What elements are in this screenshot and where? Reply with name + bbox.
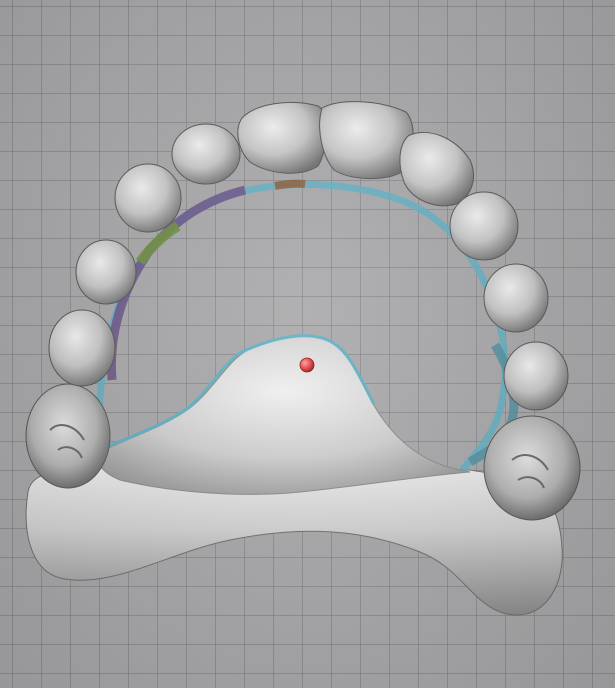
- palate-surface: [94, 336, 471, 495]
- tooth-molar-left-1: [48, 309, 116, 387]
- tooth-premolar-left-2: [75, 239, 137, 305]
- tooth-incisor-central: [319, 101, 414, 180]
- segment-brown: [274, 179, 306, 190]
- tooth-molar-right: [483, 415, 581, 521]
- reference-point-marker[interactable]: [299, 357, 315, 373]
- tooth-molar-left-2: [25, 383, 111, 489]
- tooth-incisor-right-lateral: [399, 131, 474, 207]
- dental-arch-model[interactable]: [0, 0, 615, 688]
- tooth-premolar-right-1: [483, 263, 549, 333]
- tooth-canine-right: [449, 191, 519, 261]
- tooth-canine-left: [171, 123, 241, 185]
- tooth-premolar-left-1: [114, 163, 182, 233]
- tooth-incisor-left-lateral: [237, 101, 327, 174]
- 3d-viewport[interactable]: [0, 0, 615, 688]
- tooth-premolar-right-2: [503, 341, 569, 411]
